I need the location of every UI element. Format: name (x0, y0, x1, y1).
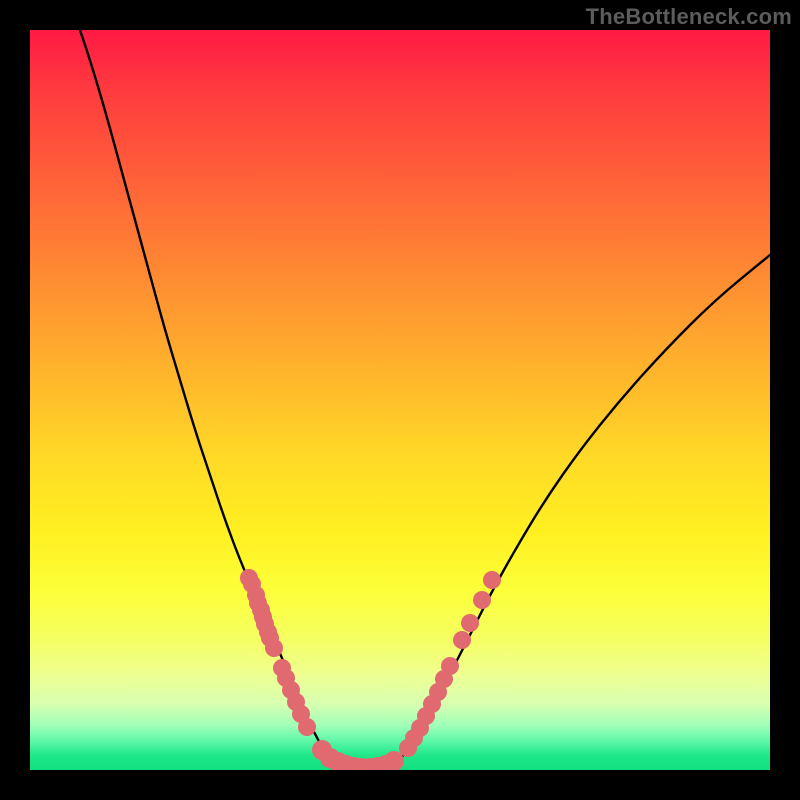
curve-svg (30, 30, 770, 770)
scatter-dot (461, 614, 479, 632)
scatter-dot (441, 657, 459, 675)
scatter-dot (384, 751, 404, 770)
watermark-text: TheBottleneck.com (586, 4, 792, 30)
scatter-dot (298, 718, 316, 736)
chart-frame: TheBottleneck.com (0, 0, 800, 800)
scatter-dot (473, 591, 491, 609)
plot-area (30, 30, 770, 770)
scatter-dot (483, 571, 501, 589)
scatter-dot (265, 639, 283, 657)
scatter-dot (453, 631, 471, 649)
scatter-dots (240, 569, 501, 770)
v-curve (80, 30, 770, 769)
